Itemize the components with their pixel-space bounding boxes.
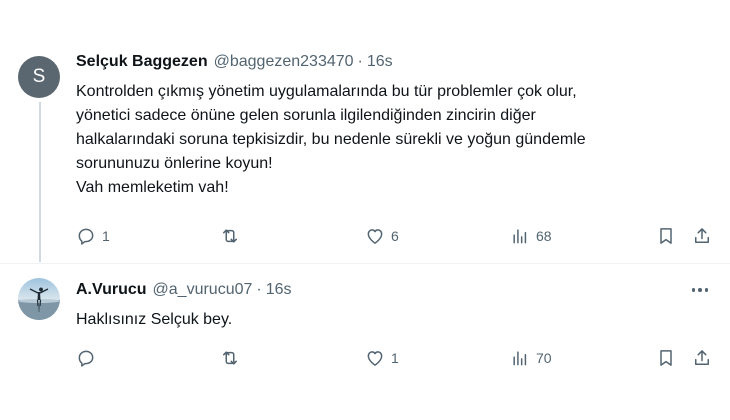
avatar-photo [18, 278, 60, 320]
repost-icon [223, 229, 237, 243]
views-button[interactable]: 70 [510, 348, 552, 368]
tweet-header: Selçuk Baggezen @baggezen233470 · 16s [76, 53, 393, 71]
reply-icon [78, 228, 94, 245]
tweet-text-line: halkalarındaki soruna tepkisizdir, bu ne… [76, 131, 586, 148]
bookmark-button[interactable] [656, 348, 676, 368]
like-count: 6 [391, 228, 399, 244]
tweet-actions: 1 70 [0, 346, 730, 370]
tweet-text: Kontrolden çıkmış yönetim uygulamalarınd… [76, 80, 706, 200]
reply-button[interactable] [76, 348, 102, 368]
more-icon[interactable] [691, 288, 708, 292]
views-button[interactable]: 68 [510, 226, 552, 246]
tweet-header: A.Vurucu @a_vurucu07 · 16s [76, 281, 292, 299]
tweet-1[interactable]: S Selçuk Baggezen @baggezen233470 · 16s … [0, 0, 730, 262]
like-count: 1 [391, 350, 399, 366]
reply-button[interactable]: 1 [76, 226, 110, 246]
tweet-text: Haklısınız Selçuk bey. [76, 308, 706, 332]
display-name[interactable]: Selçuk Baggezen [76, 53, 208, 71]
share-button[interactable] [692, 348, 712, 368]
display-name[interactable]: A.Vurucu [76, 281, 147, 299]
tweet-text-line: Haklısınız Selçuk bey. [76, 311, 233, 328]
tweet-text-line: sorununuzu önlerine koyun! [76, 155, 273, 172]
like-button[interactable]: 6 [365, 226, 399, 246]
views-count: 70 [536, 350, 552, 366]
views-icon [513, 229, 527, 244]
like-button[interactable]: 1 [365, 348, 399, 368]
timestamp[interactable]: 16s [367, 53, 393, 71]
bookmark-button[interactable] [656, 226, 676, 246]
like-icon [367, 351, 383, 366]
like-icon [367, 229, 383, 244]
tweet-text-line: Kontrolden çıkmış yönetim uygulamalarınd… [76, 83, 577, 100]
repost-button[interactable] [220, 348, 240, 368]
tweet-text-line: yönetici sadece önüne gelen sorunla ilgi… [76, 107, 536, 124]
bookmark-icon [660, 228, 672, 244]
share-icon [695, 228, 709, 243]
user-handle[interactable]: @baggezen233470 [214, 53, 354, 71]
repost-icon [223, 351, 237, 365]
reply-icon [78, 350, 94, 367]
timestamp[interactable]: 16s [266, 281, 292, 299]
separator-dot: · [357, 53, 363, 70]
avatar[interactable] [18, 278, 60, 320]
repost-button[interactable] [220, 226, 240, 246]
tweet-actions: 1 6 68 [0, 224, 730, 248]
tweet-2[interactable]: A.Vurucu @a_vurucu07 · 16s Haklısınız Se… [0, 264, 730, 420]
share-button[interactable] [692, 226, 712, 246]
tweet-text-line: Vah memleketim vah! [76, 179, 229, 196]
avatar-letter: S [32, 66, 46, 87]
user-handle[interactable]: @a_vurucu07 [153, 281, 253, 299]
views-count: 68 [536, 228, 552, 244]
bookmark-icon [660, 350, 672, 366]
views-icon [513, 351, 527, 366]
separator-dot: · [256, 281, 262, 298]
avatar[interactable]: S [18, 56, 60, 98]
reply-count: 1 [102, 228, 110, 244]
share-icon [695, 350, 709, 365]
